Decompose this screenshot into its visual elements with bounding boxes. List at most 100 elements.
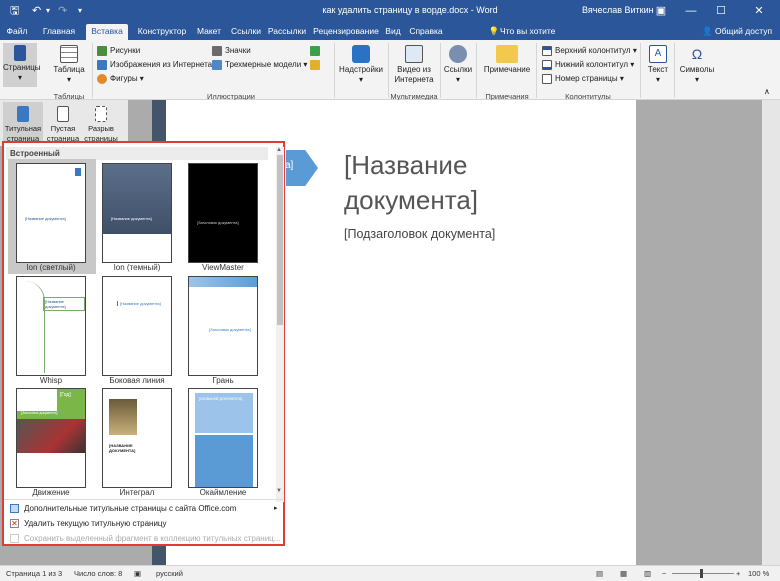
customize-toolbar-icon[interactable]: ▾ — [78, 3, 82, 19]
border-bottom-block — [195, 435, 253, 487]
zoom-slider-thumb[interactable] — [700, 569, 703, 578]
web-layout-icon[interactable]: ▥ — [644, 569, 651, 578]
gallery-scroll-thumb[interactable] — [277, 155, 283, 325]
links-button[interactable]: Ссылки ▾ — [442, 43, 474, 85]
page-number-button[interactable]: Номер страницы ▾ — [542, 73, 624, 85]
zoom-in-icon[interactable]: + — [736, 569, 740, 578]
zoom-slider[interactable] — [672, 573, 734, 574]
3d-models-button[interactable]: Трехмерные модели ▾ — [212, 59, 307, 71]
cube-icon — [212, 59, 222, 70]
proofing-icon[interactable]: ▣ — [134, 569, 141, 578]
read-mode-icon[interactable]: ▤ — [596, 569, 603, 578]
header-button[interactable]: Верхний колонтитул ▾ — [542, 45, 637, 57]
zoom-out-icon[interactable]: − — [662, 569, 666, 578]
ribbon-display-options-icon[interactable]: ▣ — [646, 2, 676, 20]
online-pictures-button[interactable]: Изображения из Интернета — [97, 59, 212, 71]
header-icon — [542, 45, 552, 56]
tab-view[interactable]: Вид — [383, 24, 403, 40]
comment-button[interactable]: Примечание — [480, 43, 534, 75]
tab-insert[interactable]: Вставка — [86, 24, 128, 40]
addins-button[interactable]: Надстройки ▾ — [338, 43, 384, 85]
user-name[interactable]: Вячеслав Виткин — [582, 5, 654, 15]
language[interactable]: русский — [156, 569, 183, 578]
page-count[interactable]: Страница 1 из 3 — [6, 569, 62, 578]
page-break-icon — [95, 106, 107, 122]
redo-icon[interactable]: ↷ — [58, 3, 67, 19]
tab-design[interactable]: Конструктор — [134, 24, 190, 40]
maximize-button[interactable]: ☐ — [706, 2, 736, 20]
cover-motion[interactable]: [Год] [Заголовок документа] — [16, 388, 86, 488]
cover-label: Whisp — [39, 376, 63, 385]
ribbon-insert: Страницы ▾ Таблица ▾ Таблицы Рисунки Изобр… — [0, 40, 780, 101]
collapse-ribbon-icon[interactable]: ∧ — [764, 86, 770, 98]
tab-references[interactable]: Ссылки — [229, 24, 263, 40]
remove-cover-menu-item[interactable]: ✕ Удалить текущую титульную страницу — [10, 519, 167, 529]
blank-page-button[interactable]: Пустая страница — [46, 102, 80, 144]
scroll-down-icon[interactable]: ▼ — [276, 488, 282, 494]
status-bar: Страница 1 из 3 Число слов: 8 ▣ русский … — [0, 565, 780, 581]
pictures-button[interactable]: Рисунки — [97, 45, 140, 57]
save-icon[interactable]: 🖫 — [10, 3, 19, 19]
table-button[interactable]: Таблица ▾ — [52, 43, 86, 85]
footer-button[interactable]: Нижний колонтитул ▾ — [542, 59, 634, 71]
close-button[interactable]: ✕ — [744, 2, 774, 20]
print-layout-icon[interactable]: ▦ — [620, 569, 627, 578]
minimize-button[interactable]: — — [676, 2, 706, 20]
document-title[interactable]: [Название документа] — [344, 148, 478, 218]
chart-button[interactable] — [310, 59, 323, 71]
ribbon-tabs: Файл Главная Вставка Конструктор Макет С… — [0, 22, 780, 51]
tell-me-search[interactable]: Что вы хотите сделать? — [500, 24, 590, 51]
pages-icon — [14, 45, 26, 61]
tab-file[interactable]: Файл — [4, 24, 30, 40]
cover-page-button[interactable]: Титульная страница — [3, 102, 43, 146]
symbols-button[interactable]: Ω Символы ▾ — [677, 43, 717, 85]
ion-dark-block — [103, 164, 171, 234]
comment-icon — [496, 45, 518, 63]
pages-button[interactable]: Страницы ▾ — [3, 43, 41, 87]
share-button[interactable]: 👤 Общий доступ — [702, 24, 776, 40]
cover-sideline[interactable]: [Название документа] — [102, 276, 172, 376]
cover-ion-light[interactable]: [Название документа] — [16, 163, 86, 263]
cover-viewmaster[interactable]: [Заголовок документа] — [188, 163, 258, 263]
page-break-button[interactable]: Разрыв страницы — [84, 102, 118, 144]
tab-mailings[interactable]: Рассылки — [266, 24, 308, 40]
cover-facet[interactable]: [Заголовок документа] — [188, 276, 258, 376]
delete-page-icon: ✕ — [10, 519, 19, 529]
cover-whisp[interactable]: [Название документа] — [16, 276, 86, 376]
document-subtitle[interactable]: [Подзаголовок документа] — [344, 227, 495, 241]
separator — [440, 43, 441, 98]
online-picture-icon — [97, 59, 107, 70]
pages-dropdown-toolbar: Титульная страница Пустая страница Разры… — [0, 100, 128, 146]
online-video-button[interactable]: Видео из Интернета — [393, 43, 435, 85]
icons-button[interactable]: Значки — [212, 45, 251, 57]
scroll-up-icon[interactable]: ▲ — [276, 147, 282, 153]
cover-integral[interactable]: [НАЗВАНИЕ ДОКУМЕНТА] — [102, 388, 172, 488]
textbox-icon: A — [649, 45, 667, 63]
page-number-icon — [542, 73, 552, 84]
separator — [674, 43, 675, 98]
undo-icon[interactable]: ↶ — [32, 3, 41, 19]
cover-ion-dark[interactable]: [Название документа] — [102, 163, 172, 263]
office-page-icon — [10, 504, 19, 514]
word-count[interactable]: Число слов: 8 — [74, 569, 122, 578]
cover-label: Грань — [212, 376, 234, 385]
save-selection-menu-item[interactable]: Сохранить выделенный фрагмент в коллекци… — [10, 534, 280, 544]
motion-photo — [17, 419, 85, 453]
blank-page-icon — [57, 106, 69, 122]
shapes-button[interactable]: Фигуры ▾ — [97, 73, 144, 85]
more-covers-menu-item[interactable]: Дополнительные титульные страницы с сайт… — [10, 504, 236, 514]
undo-dropdown-icon[interactable]: ▾ — [46, 3, 50, 19]
cover-border[interactable]: [НАЗВАНИЕ ДОКУМЕНТА] — [188, 388, 258, 488]
tab-home[interactable]: Главная — [40, 24, 78, 40]
zoom-level[interactable]: 100 % — [748, 569, 769, 578]
smartart-button[interactable] — [310, 45, 323, 57]
cover-page-icon — [17, 106, 29, 122]
smartart-icon — [310, 45, 320, 56]
vertical-scrollbar[interactable] — [762, 100, 780, 565]
tab-review[interactable]: Рецензирование — [312, 24, 380, 40]
tab-help[interactable]: Справка — [406, 24, 446, 40]
text-button[interactable]: A Текст ▾ — [645, 43, 671, 85]
picture-icon — [97, 45, 107, 56]
tab-layout[interactable]: Макет — [194, 24, 224, 40]
cover-label: Движение — [32, 488, 70, 497]
